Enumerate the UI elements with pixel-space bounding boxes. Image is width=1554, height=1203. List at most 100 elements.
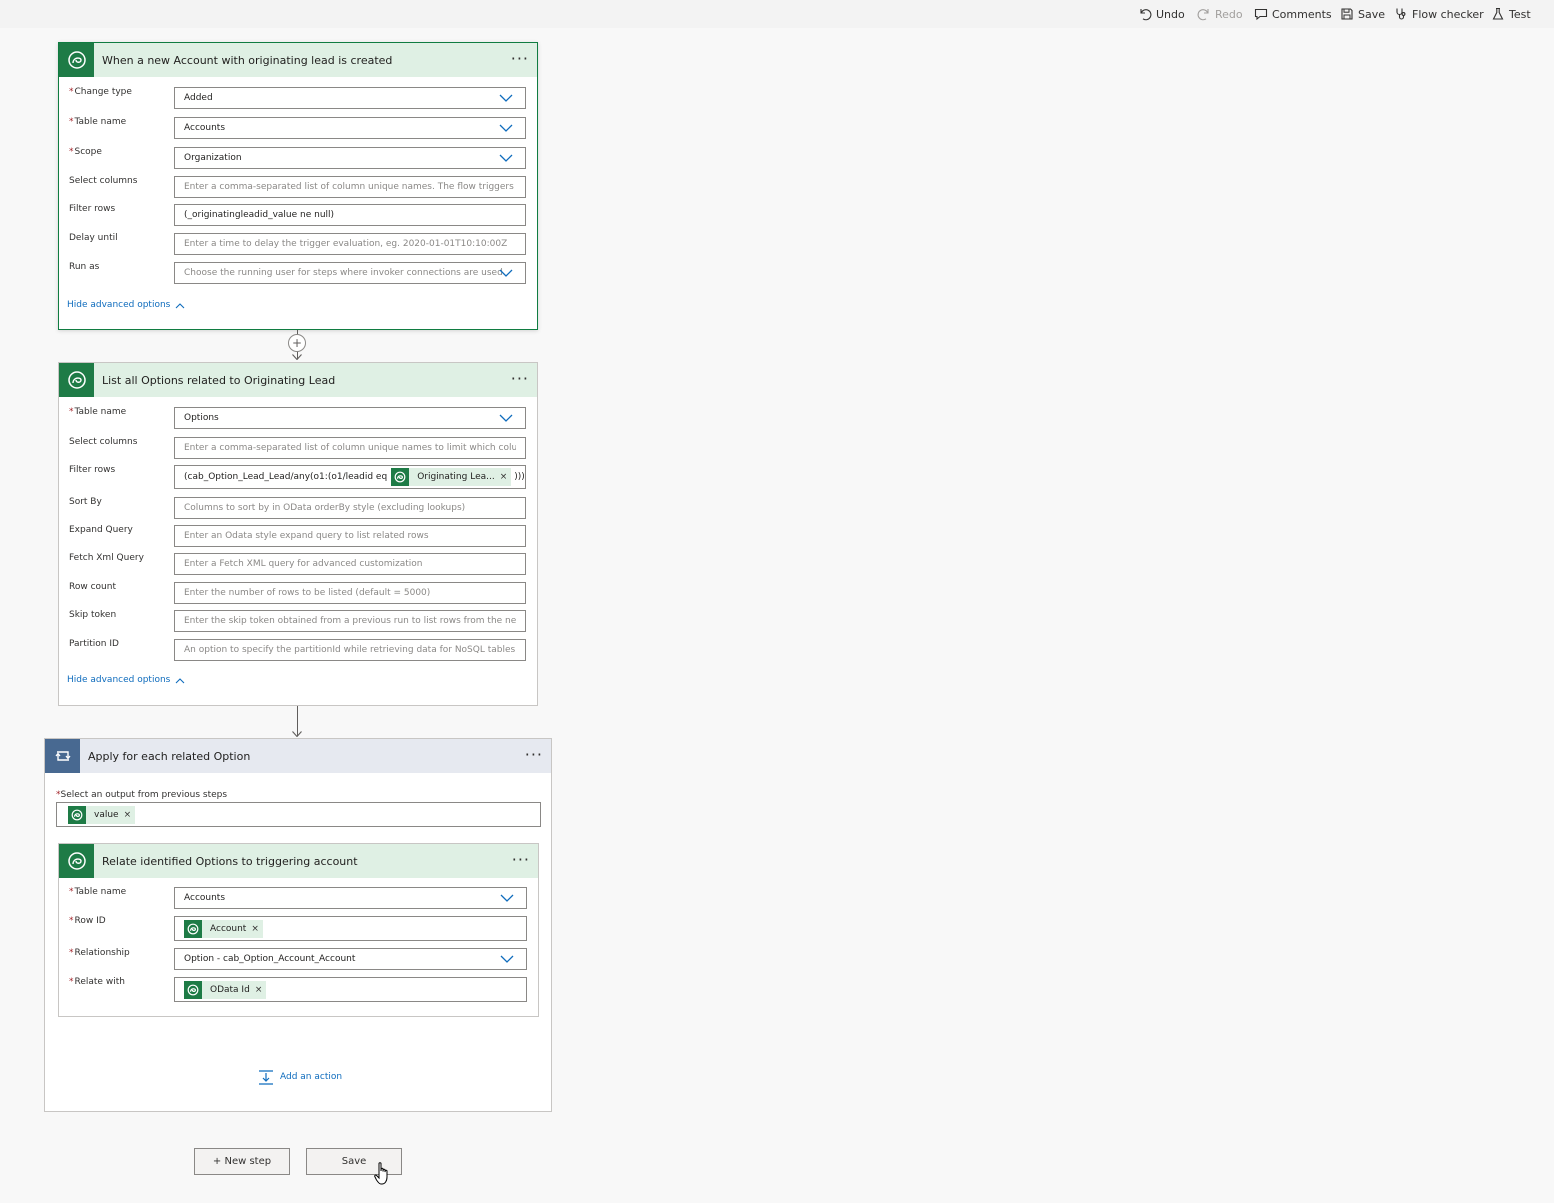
- run-as-label: Run as: [69, 262, 100, 272]
- list-options-card[interactable]: List all Options related to Originating …: [58, 362, 538, 706]
- dataverse-icon: [59, 43, 94, 77]
- filter-rows-label: Filter rows: [69, 204, 116, 214]
- more-options-icon[interactable]: ···: [511, 51, 529, 67]
- chevron-down-icon: [500, 955, 514, 963]
- remove-token-icon[interactable]: ×: [251, 924, 263, 934]
- change-type-label: *Change type: [69, 87, 132, 97]
- relationship-label: *Relationship: [69, 948, 130, 958]
- flask-icon: [1492, 7, 1504, 20]
- hand-cursor-icon: [374, 1162, 388, 1185]
- flow-checker-button[interactable]: Flow checker: [1394, 6, 1484, 22]
- arrow-down-icon: [292, 354, 302, 360]
- filter-rows-input[interactable]: (cab_Option_Lead_Lead/any(o1:(o1/leadid …: [174, 465, 526, 489]
- new-step-button[interactable]: + New step: [194, 1148, 290, 1175]
- hide-advanced-options-link[interactable]: Hide advanced options: [67, 675, 185, 685]
- list-options-card-title: List all Options related to Originating …: [102, 373, 336, 387]
- scope-row: *Scope Organization: [69, 147, 526, 169]
- partition-id-label: Partition ID: [69, 639, 119, 649]
- table-name-label: *Table name: [69, 117, 127, 127]
- dynamic-content-token[interactable]: Account ×: [184, 919, 263, 938]
- fetch-xml-label: Fetch Xml Query: [69, 553, 144, 563]
- chevron-down-icon: [499, 94, 513, 102]
- select-columns-input[interactable]: Enter a comma-separated list of column u…: [174, 176, 526, 198]
- row-id-label: *Row ID: [69, 916, 106, 926]
- sort-by-input[interactable]: Columns to sort by in OData orderBy styl…: [174, 497, 526, 519]
- apply-to-each-header[interactable]: Apply for each related Option ···: [45, 739, 551, 773]
- more-options-icon[interactable]: ···: [512, 852, 530, 868]
- row-count-label: Row count: [69, 582, 116, 592]
- change-type-row: *Change type Added: [69, 87, 526, 109]
- relate-card-header[interactable]: Relate identified Options to triggering …: [59, 844, 538, 878]
- dataverse-icon: [59, 844, 94, 878]
- select-output-input[interactable]: value ×: [56, 802, 541, 827]
- partition-id-input[interactable]: An option to specify the partitionId whi…: [174, 639, 526, 661]
- expand-query-row: Expand Query Enter an Odata style expand…: [69, 525, 526, 547]
- add-an-action-button[interactable]: Add an action: [258, 1069, 342, 1085]
- trigger-card-title: When a new Account with originating lead…: [102, 53, 393, 67]
- trigger-card[interactable]: When a new Account with originating lead…: [58, 42, 538, 330]
- list-options-card-header[interactable]: List all Options related to Originating …: [59, 363, 537, 397]
- arrow-down-icon: [292, 731, 302, 737]
- row-id-row: *Row ID Account ×: [69, 916, 527, 941]
- relationship-row: *Relationship Option - cab_Option_Accoun…: [69, 948, 527, 970]
- comment-icon: [1254, 8, 1268, 21]
- fetch-xml-row: Fetch Xml Query Enter a Fetch XML query …: [69, 553, 526, 575]
- remove-token-icon[interactable]: ×: [500, 472, 512, 482]
- undo-button[interactable]: Undo: [1138, 6, 1185, 22]
- table-name-dropdown[interactable]: Accounts: [174, 887, 527, 909]
- relate-with-row: *Relate with OData Id ×: [69, 977, 527, 1002]
- relationship-dropdown[interactable]: Option - cab_Option_Account_Account: [174, 948, 527, 970]
- stethoscope-icon: [1396, 8, 1406, 20]
- run-as-row: Run as Choose the running user for steps…: [69, 262, 526, 284]
- relate-with-input[interactable]: OData Id ×: [174, 977, 527, 1002]
- command-bar: Undo Redo Comments Save Flow checker Tes…: [0, 0, 1554, 28]
- remove-token-icon[interactable]: ×: [124, 810, 136, 820]
- delay-until-input[interactable]: Enter a time to delay the trigger evalua…: [174, 233, 526, 255]
- row-count-input[interactable]: Enter the number of rows to be listed (d…: [174, 582, 526, 604]
- undo-icon: [1140, 9, 1152, 21]
- chevron-up-icon: [175, 302, 185, 308]
- more-options-icon[interactable]: ···: [511, 371, 529, 387]
- select-columns-row: Select columns Enter a comma-separated l…: [69, 176, 526, 198]
- comments-button[interactable]: Comments: [1254, 6, 1332, 22]
- filter-rows-input[interactable]: (_originatingleadid_value ne null): [174, 204, 526, 226]
- save-icon: [1341, 8, 1353, 20]
- expand-query-input[interactable]: Enter an Odata style expand query to lis…: [174, 525, 526, 547]
- change-type-dropdown[interactable]: Added: [174, 87, 526, 109]
- skip-token-row: Skip token Enter the skip token obtained…: [69, 610, 526, 632]
- trigger-card-header[interactable]: When a new Account with originating lead…: [59, 43, 537, 77]
- select-columns-input[interactable]: Enter a comma-separated list of column u…: [174, 437, 526, 459]
- filter-rows-label: Filter rows: [69, 465, 116, 475]
- redo-button[interactable]: Redo: [1197, 6, 1243, 22]
- dynamic-content-token[interactable]: Originating Lea... ×: [391, 468, 512, 486]
- dynamic-content-token[interactable]: OData Id ×: [184, 980, 267, 999]
- dataverse-icon: [68, 805, 86, 824]
- select-columns-label: Select columns: [69, 176, 138, 186]
- run-as-dropdown[interactable]: Choose the running user for steps where …: [174, 262, 526, 284]
- dataverse-icon: [184, 919, 202, 938]
- remove-token-icon[interactable]: ×: [255, 985, 267, 995]
- scope-dropdown[interactable]: Organization: [174, 147, 526, 169]
- fetch-xml-input[interactable]: Enter a Fetch XML query for advanced cus…: [174, 553, 526, 575]
- loop-icon: [45, 739, 80, 773]
- save-toolbar-button[interactable]: Save: [1340, 6, 1385, 22]
- table-name-label: *Table name: [69, 407, 127, 417]
- hide-advanced-options-link[interactable]: Hide advanced options: [67, 300, 185, 310]
- table-name-dropdown[interactable]: Options: [174, 407, 526, 429]
- dataverse-icon: [391, 468, 410, 486]
- row-count-row: Row count Enter the number of rows to be…: [69, 582, 526, 604]
- chevron-down-icon: [499, 414, 513, 422]
- more-options-icon[interactable]: ···: [525, 747, 543, 763]
- dynamic-content-token[interactable]: value ×: [68, 805, 136, 824]
- row-id-input[interactable]: Account ×: [174, 916, 527, 941]
- table-name-dropdown[interactable]: Accounts: [174, 117, 526, 139]
- apply-to-each-title: Apply for each related Option: [88, 749, 251, 763]
- table-name-row: *Table name Accounts: [69, 117, 526, 139]
- relate-card[interactable]: Relate identified Options to triggering …: [58, 843, 539, 1017]
- scope-label: *Scope: [69, 147, 102, 157]
- test-button[interactable]: Test: [1491, 6, 1531, 22]
- insert-step-icon[interactable]: +: [288, 334, 306, 352]
- apply-to-each-card[interactable]: Apply for each related Option ··· *Selec…: [44, 738, 552, 1112]
- skip-token-input[interactable]: Enter the skip token obtained from a pre…: [174, 610, 526, 632]
- select-columns-row: Select columns Enter a comma-separated l…: [69, 437, 526, 459]
